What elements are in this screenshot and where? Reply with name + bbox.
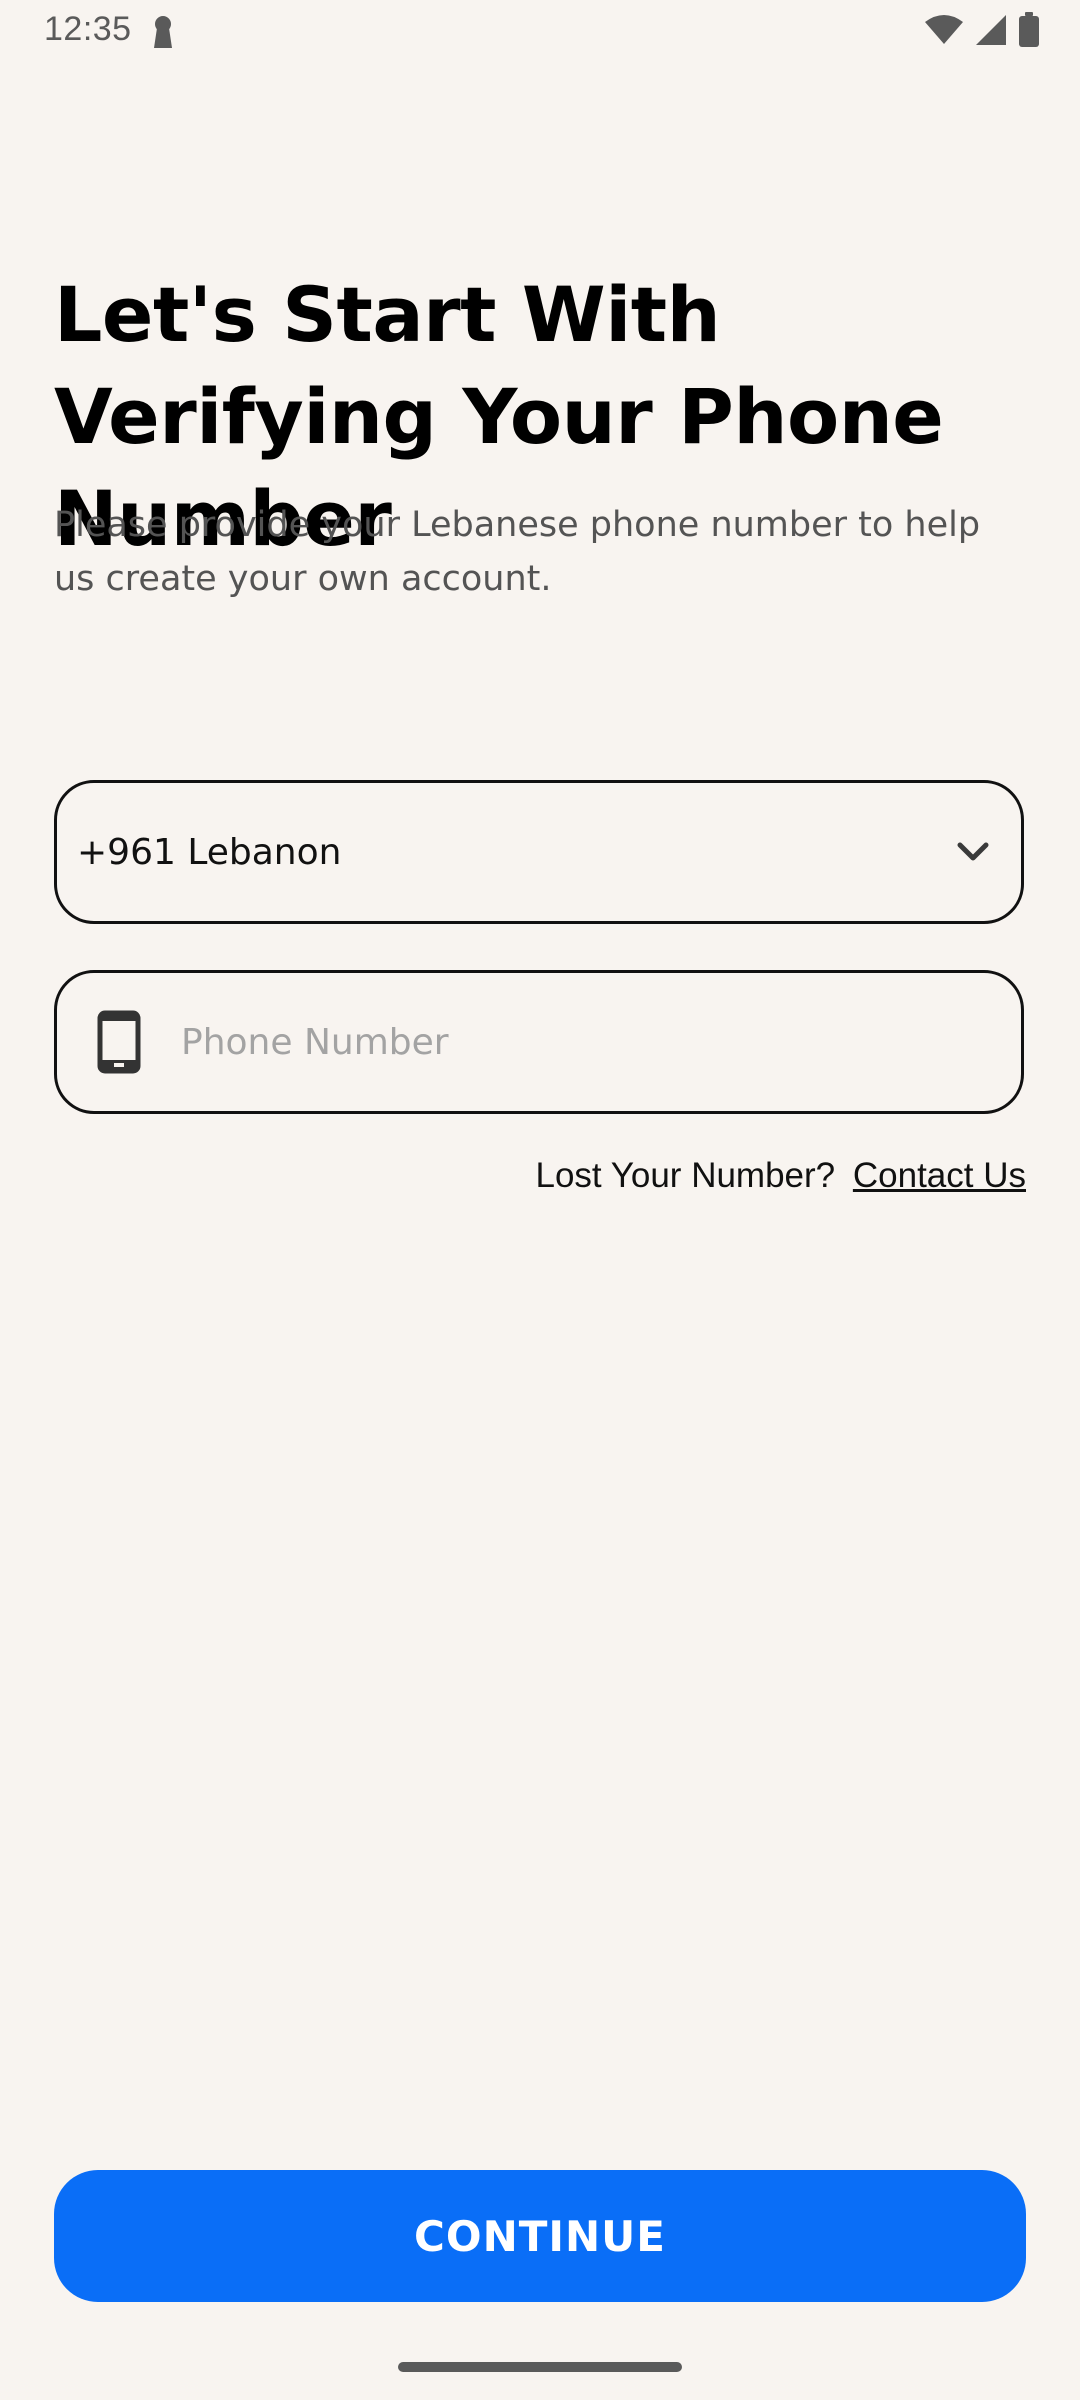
phone-number-field[interactable]: [54, 970, 1024, 1114]
contact-us-link[interactable]: Contact Us: [853, 1156, 1026, 1195]
home-indicator[interactable]: [398, 2362, 682, 2372]
continue-button[interactable]: CONTINUE: [54, 2170, 1026, 2302]
lost-number-text: Lost Your Number?: [535, 1156, 836, 1195]
page-subtitle: Please provide your Lebanese phone numbe…: [54, 505, 981, 599]
status-icons: [924, 12, 1040, 53]
phone-number-input[interactable]: [181, 1021, 941, 1063]
status-time: 12:35: [44, 10, 132, 48]
status-bar: 12:35: [0, 0, 1080, 64]
battery-icon: [1018, 12, 1040, 53]
wifi-icon: [924, 14, 964, 51]
country-code-select[interactable]: +961 Lebanon: [54, 780, 1024, 924]
signal-icon: [974, 13, 1008, 52]
lost-number-row: Lost Your Number? Contact Us: [536, 1156, 1027, 1196]
chevron-down-icon: [953, 832, 993, 872]
mobile-phone-icon: [97, 1010, 141, 1074]
country-code-value: +961 Lebanon: [77, 831, 342, 873]
keyhole-icon: [150, 14, 176, 55]
